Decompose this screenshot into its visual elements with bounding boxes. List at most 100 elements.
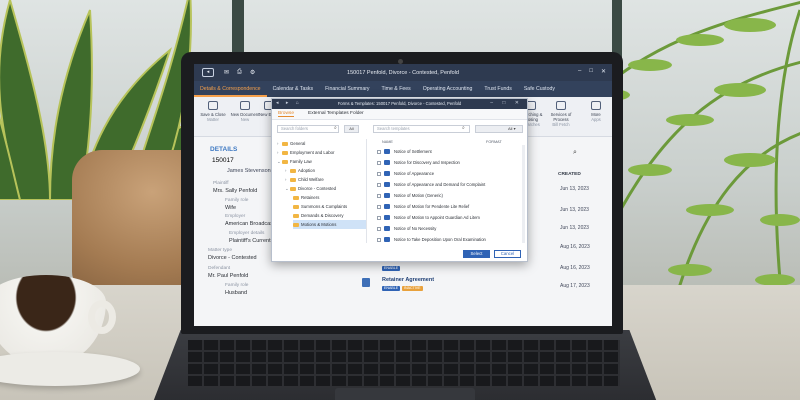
title-bar: ◂ ✉ ⎙ ⚙ 150017 Penfold, Divorce - Contes… — [194, 64, 612, 81]
tab-safe-custody[interactable]: Safe Custody — [518, 81, 561, 97]
matter-type-value: Divorce - Contested — [208, 255, 257, 261]
search-icon[interactable]: ⌕ — [573, 149, 577, 157]
tree-item-summons[interactable]: Summons & Complaints — [293, 202, 366, 211]
dialog-title-bar: ◂ ▸ ⌂ Forms & Templates: 150017 Penfold,… — [272, 99, 527, 109]
template-item[interactable]: Notice of Motion to Appoint Guardian Ad … — [377, 213, 523, 223]
tab-calendar-tasks[interactable]: Calendar & Tasks — [267, 81, 320, 97]
details-heading: DETAILS — [210, 146, 238, 153]
status-badge: ENABLE — [382, 286, 401, 291]
tree-item-general[interactable]: › General — [277, 139, 366, 148]
search-icon[interactable]: ⌕ — [462, 125, 465, 131]
minimize-icon[interactable]: – — [578, 68, 581, 75]
window-title: 150017 Penfold, Divorce - Contested, Pen… — [347, 69, 459, 76]
template-item[interactable]: Notice of Settlement — [377, 147, 523, 157]
tree-item-motions[interactable]: Motions & Motions — [293, 220, 366, 229]
template-item[interactable]: Notice of Appearance — [377, 169, 523, 179]
dialog-window-controls[interactable]: – □ ✕ — [490, 100, 523, 106]
def-family-role-value: Husband — [225, 290, 248, 296]
word-doc-icon — [384, 193, 390, 199]
def-family-role-label: Family role — [225, 283, 249, 288]
maximize-icon[interactable]: □ — [589, 68, 593, 75]
name-column-header[interactable]: NAME — [382, 140, 393, 144]
status-badge: INACTIVE — [402, 286, 423, 291]
created-column-header[interactable]: CREATED — [558, 172, 581, 177]
save-close-button[interactable]: Save & Close Matter — [196, 101, 230, 122]
word-doc-icon — [384, 215, 390, 221]
word-doc-icon — [384, 182, 390, 188]
checkbox[interactable] — [377, 226, 381, 231]
matter-number: 150017 — [212, 157, 234, 164]
tab-operating-accounting[interactable]: Operating Accounting — [417, 81, 479, 97]
folder-icon — [293, 204, 299, 209]
tab-external-templates[interactable]: External Templates Folder — [308, 111, 364, 116]
tree-item-adoption[interactable]: › Adoption — [285, 166, 366, 175]
folder-icon — [290, 186, 296, 191]
checkbox[interactable] — [377, 204, 381, 209]
search-icon[interactable]: ⌕ — [334, 125, 337, 131]
row-date: Aug 16, 2023 — [560, 244, 590, 250]
template-list-header: NAME FORMAT — [382, 140, 522, 144]
word-doc-icon — [384, 149, 390, 155]
tab-trust-funds[interactable]: Trust Funds — [478, 81, 517, 97]
folder-icon — [282, 159, 288, 164]
search-templates-input[interactable]: Search templates — [373, 125, 470, 133]
checkbox[interactable] — [377, 237, 381, 242]
close-icon[interactable]: ✕ — [601, 68, 606, 75]
checkbox[interactable] — [377, 193, 381, 198]
tab-browse[interactable]: Browse — [278, 111, 294, 117]
template-item[interactable]: Notice of Appearance and Demand for Comp… — [377, 180, 523, 190]
row-date: Jun 13, 2023 — [560, 207, 589, 213]
tree-item-retainers[interactable]: Retainers — [293, 193, 366, 202]
dialog-title: Forms & Templates: 150017 Penfold, Divor… — [337, 101, 462, 106]
template-item[interactable]: Notice of Motion for Pendente Lite Relie… — [377, 202, 523, 212]
template-item[interactable]: Notice of Motion (Generic) — [377, 191, 523, 201]
more-button[interactable]: More Apps — [579, 101, 612, 122]
laptop-trackpad — [335, 388, 475, 400]
tree-item-employment[interactable]: › Employment and Labor — [277, 148, 366, 157]
select-button[interactable]: Select — [463, 250, 490, 258]
tree-item-child-welfare[interactable]: › Child Welfare — [285, 175, 366, 184]
ribbon-group-new: New — [240, 117, 250, 122]
word-doc-icon — [384, 237, 390, 243]
folder-icon — [282, 150, 288, 155]
checkbox[interactable] — [377, 182, 381, 187]
laptop-keyboard — [188, 340, 620, 386]
tab-financial-summary[interactable]: Financial Summary — [319, 81, 375, 97]
services-button[interactable]: Services of Process Bill Fetch — [544, 101, 578, 127]
checkbox[interactable] — [377, 149, 381, 154]
row-date: Aug 16, 2023 — [560, 265, 590, 271]
employer-details-label: Employer details — [229, 231, 265, 236]
checkbox[interactable] — [377, 215, 381, 220]
template-item[interactable]: Notice to Take Deposition Upon Oral Exam… — [377, 235, 523, 245]
template-item[interactable]: Notice of No Necessity — [377, 224, 523, 234]
tab-time-fees[interactable]: Time & Fees — [376, 81, 417, 97]
share-icon — [556, 101, 566, 110]
template-list-scrollbar[interactable] — [522, 145, 525, 243]
cup-handle — [88, 300, 116, 334]
word-doc-icon — [384, 226, 390, 232]
tree-item-family-law[interactable]: ⌄ Family Law — [277, 157, 366, 166]
main-menu: Details & Correspondence Calendar & Task… — [194, 81, 612, 97]
type-filter-select[interactable]: All ▾ — [475, 125, 523, 133]
word-doc-icon — [384, 171, 390, 177]
dialog-tabs: Browse External Templates Folder — [272, 109, 527, 120]
checkbox[interactable] — [377, 160, 381, 165]
folder-tree: › General › Employment and Labor ⌄ Family L… — [277, 139, 367, 243]
tab-details-correspondence[interactable]: Details & Correspondence — [194, 81, 267, 97]
tree-item-divorce-contested[interactable]: ⌄ Divorce - Contested — [285, 184, 366, 193]
cancel-button[interactable]: Cancel — [494, 250, 521, 258]
tree-item-demands[interactable]: Demands & Discovery — [293, 211, 366, 220]
search-folders-input[interactable]: Search folders — [277, 125, 339, 133]
word-doc-icon — [384, 204, 390, 210]
template-item[interactable]: Notice for Discovery and Inspection — [377, 158, 523, 168]
folder-icon — [293, 195, 299, 200]
forms-templates-dialog: ◂ ▸ ⌂ Forms & Templates: 150017 Penfold,… — [271, 98, 528, 262]
folder-icon — [293, 222, 299, 227]
ribbon-group-matter: Matter — [207, 117, 219, 122]
ribbon-group-billfetch: Bill Fetch — [552, 122, 570, 127]
doc-title-retainer[interactable]: Retainer Agreement — [382, 277, 434, 283]
folder-icon — [290, 168, 296, 173]
checkbox[interactable] — [377, 171, 381, 176]
format-column-header[interactable]: FORMAT — [486, 140, 502, 144]
all-filter-chip[interactable]: All — [344, 125, 359, 133]
